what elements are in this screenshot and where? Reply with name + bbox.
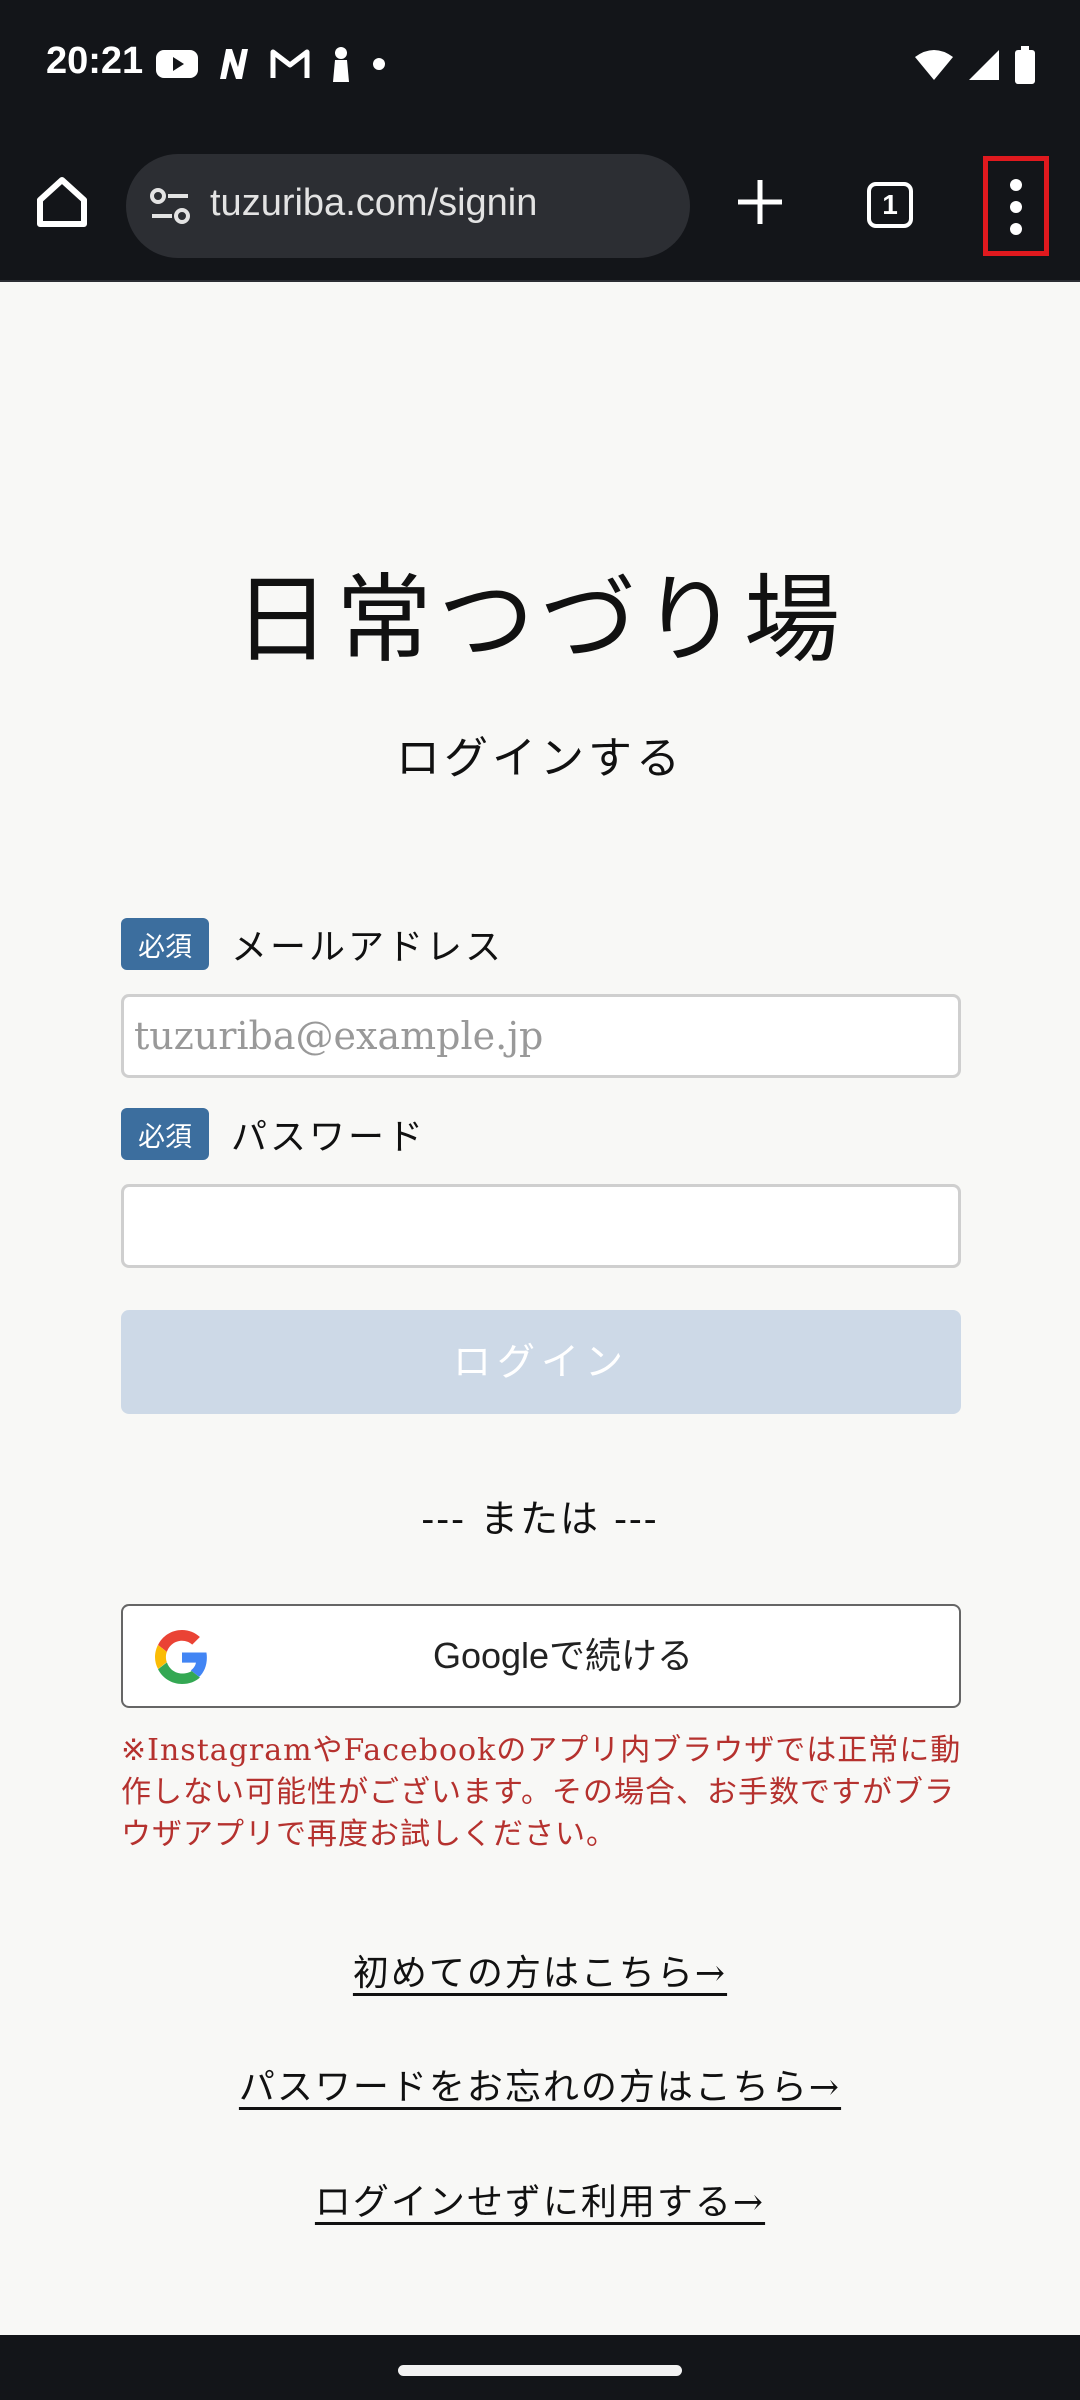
new-tab-icon[interactable]	[730, 172, 790, 232]
home-gesture-handle[interactable]	[398, 2365, 682, 2376]
guest-link[interactable]: ログインせずに利用する→	[0, 2173, 1080, 2225]
site-settings-icon[interactable]	[148, 184, 192, 228]
page-subtitle: ログインする	[396, 733, 684, 784]
password-label: パスワード	[231, 1117, 427, 1158]
home-icon[interactable]	[30, 170, 94, 234]
status-bar: 20:21	[0, 0, 1080, 134]
status-time: 20:21	[46, 40, 144, 82]
notification-icons	[156, 46, 386, 82]
google-signin-button[interactable]: Googleで続ける	[121, 1604, 961, 1708]
required-badge: 必須	[121, 918, 209, 970]
more-options-button[interactable]	[983, 156, 1049, 256]
browser-toolbar: tuzuriba.com/signin 1	[0, 134, 1080, 283]
email-label: メールアドレス	[231, 927, 505, 968]
email-field[interactable]: tuzuriba@example.jp	[121, 994, 961, 1078]
gesture-nav-bar	[0, 2335, 1080, 2400]
signin-page: 日常つづり場 ログインする 必須 メールアドレス tuzuriba@exampl…	[0, 282, 1080, 2335]
password-label-row: 必須 パスワード	[121, 1108, 426, 1160]
dot-icon	[373, 58, 385, 70]
password-field[interactable]	[121, 1184, 961, 1268]
more-vert-icon-dot	[1010, 201, 1022, 213]
guest-link-text[interactable]: ログインせずに利用する→	[315, 2182, 765, 2223]
login-button[interactable]: ログイン	[121, 1310, 961, 1414]
url-text: tuzuriba.com/signin	[210, 182, 538, 224]
battery-icon	[1015, 46, 1035, 84]
required-badge: 必須	[121, 1108, 209, 1160]
browser-warning: ※InstagramやFacebookのアプリ内ブラウザでは正常に動作しない可能…	[121, 1733, 962, 1852]
system-icons	[914, 46, 1036, 84]
forgot-password-link[interactable]: パスワードをお忘れの方はこちら→	[0, 2058, 1080, 2110]
google-button-label: Googleで続ける	[432, 1635, 694, 1676]
n-app-icon	[220, 49, 248, 79]
wifi-icon	[915, 50, 953, 80]
signal-icon	[969, 50, 999, 80]
more-vert-icon-dot	[1010, 223, 1022, 235]
tab-switcher-button[interactable]: 1	[867, 182, 913, 228]
more-vert-icon	[1010, 179, 1022, 191]
or-divider: --- または ---	[421, 1497, 659, 1541]
address-bar[interactable]: tuzuriba.com/signin	[126, 154, 690, 258]
signup-link-text[interactable]: 初めての方はこちら→	[353, 1953, 727, 1994]
signup-link[interactable]: 初めての方はこちら→	[0, 1944, 1080, 1996]
figure-icon	[333, 47, 349, 82]
email-label-row: 必須 メールアドレス	[121, 918, 504, 970]
gmail-icon	[270, 49, 310, 78]
forgot-password-link-text[interactable]: パスワードをお忘れの方はこちら→	[239, 2067, 841, 2108]
youtube-icon	[156, 50, 198, 78]
site-title: 日常つづり場	[234, 564, 846, 676]
